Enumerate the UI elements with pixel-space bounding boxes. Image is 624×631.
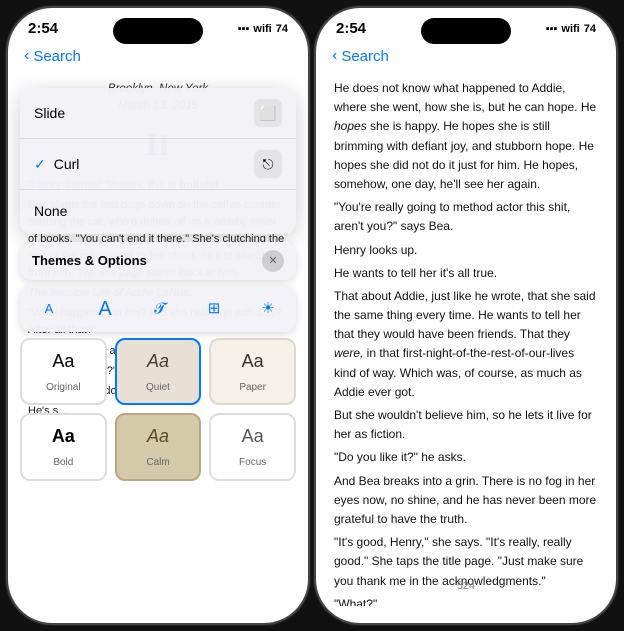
back-label-right[interactable]: Search <box>341 48 389 65</box>
popup-overlay: Slide ⬜ ✓ Curl ⎋ <box>8 88 308 492</box>
theme-grid: Aa Original Aa Quiet Aa Paper Aa Bold <box>20 338 296 481</box>
close-button[interactable]: ✕ <box>262 250 284 272</box>
app-container: 2:54 ▪▪▪ wifi 74 ‹ Search Brooklyn, New … <box>0 0 624 631</box>
read-para-3: Henry looks up. <box>334 241 598 260</box>
signal-icon: ▪▪▪ <box>238 23 250 35</box>
layout-icon: ⊞ <box>208 297 221 320</box>
reading-content: He does not know what happened to Addie,… <box>316 71 616 606</box>
brightness-button[interactable]: ☀ <box>254 295 282 323</box>
back-label-left[interactable]: Search <box>33 48 81 65</box>
none-label: None <box>34 201 67 223</box>
transition-slide-left: Slide <box>34 103 65 125</box>
wifi-icon-right: wifi <box>561 23 579 35</box>
signal-icon-right: ▪▪▪ <box>546 23 558 35</box>
themes-bar: Themes & Options ✕ <box>20 242 296 280</box>
theme-bold-aa: Aa <box>52 423 75 451</box>
theme-bold[interactable]: Aa Bold <box>20 413 107 480</box>
brightness-icon: ☀ <box>261 297 274 320</box>
right-phone: 2:54 ▪▪▪ wifi 74 ‹ Search He does not kn… <box>316 8 616 623</box>
back-chevron-left: ‹ <box>24 47 29 65</box>
theme-focus-aa: Aa <box>242 423 264 451</box>
curl-icon: ⎋ <box>262 154 273 176</box>
small-font-button[interactable]: A <box>34 294 64 324</box>
status-time-right: 2:54 <box>336 20 366 37</box>
transition-menu: Slide ⬜ ✓ Curl ⎋ <box>20 88 296 234</box>
theme-focus-label: Focus <box>239 455 266 471</box>
status-icons-left: ▪▪▪ wifi 74 <box>238 23 288 35</box>
theme-quiet[interactable]: Aa Quiet <box>115 338 202 405</box>
themes-label: Themes & Options <box>32 251 254 271</box>
read-para-10: "What?" <box>334 595 598 606</box>
curl-checkmark: ✓ <box>34 154 46 176</box>
left-phone: 2:54 ▪▪▪ wifi 74 ‹ Search Brooklyn, New … <box>8 8 308 623</box>
dynamic-island-right <box>421 18 511 44</box>
theme-original-label: Original <box>46 380 80 396</box>
read-para-8: And Bea breaks into a grin. There is no … <box>334 472 598 530</box>
large-a-label: A <box>98 294 111 325</box>
read-para-4: He wants to tell her it's all true. <box>334 264 598 283</box>
theme-calm[interactable]: Aa Calm <box>115 413 202 480</box>
theme-paper-label: Paper <box>239 380 266 396</box>
nav-bar-right[interactable]: ‹ Search <box>316 41 616 71</box>
transition-curl-left: ✓ Curl <box>34 154 79 176</box>
read-para-7: "Do you like it?" he asks. <box>334 448 598 467</box>
book-content: Brooklyn, New York March 13, 2015 II "He… <box>8 71 308 493</box>
font-controls: A A 𝓣 ⊞ ☀ <box>20 286 296 332</box>
dynamic-island-left <box>113 18 203 44</box>
theme-paper[interactable]: Aa Paper <box>209 338 296 405</box>
slide-icon-box: ⬜ <box>254 99 282 127</box>
wifi-icon: wifi <box>253 23 271 35</box>
theme-focus[interactable]: Aa Focus <box>209 413 296 480</box>
back-chevron-right: ‹ <box>332 47 337 65</box>
status-icons-right: ▪▪▪ wifi 74 <box>546 23 596 35</box>
theme-paper-aa: Aa <box>242 348 264 376</box>
nav-bar-left[interactable]: ‹ Search <box>8 41 308 71</box>
font-style-button[interactable]: 𝓣 <box>146 295 174 323</box>
page-number: 524 <box>316 578 616 596</box>
slide-icon: ⬜ <box>259 103 276 125</box>
font-style-icon: 𝓣 <box>154 297 166 320</box>
curl-icon-box: ⎋ <box>254 150 282 178</box>
theme-bold-label: Bold <box>53 455 73 471</box>
theme-original-aa: Aa <box>52 348 74 376</box>
transition-slide[interactable]: Slide ⬜ <box>20 88 296 139</box>
theme-calm-aa: Aa <box>147 423 169 451</box>
transition-curl[interactable]: ✓ Curl ⎋ <box>20 139 296 190</box>
theme-quiet-label: Quiet <box>146 380 170 396</box>
read-para-1: He does not know what happened to Addie,… <box>334 79 598 194</box>
theme-original[interactable]: Aa Original <box>20 338 107 405</box>
slide-label: Slide <box>34 103 65 125</box>
status-time-left: 2:54 <box>28 20 58 37</box>
theme-quiet-aa: Aa <box>147 348 169 376</box>
read-para-6: But she wouldn't believe him, so he lets… <box>334 406 598 444</box>
read-para-5: That about Addie, just like he wrote, th… <box>334 287 598 402</box>
battery-right: 74 <box>584 23 596 35</box>
battery-left: 74 <box>276 23 288 35</box>
large-font-button[interactable]: A <box>90 294 120 324</box>
layout-button[interactable]: ⊞ <box>200 295 228 323</box>
small-a-label: A <box>45 299 54 319</box>
read-para-2: "You're really going to method actor thi… <box>334 198 598 236</box>
curl-label: Curl <box>54 154 80 176</box>
transition-none-left: None <box>34 201 67 223</box>
transition-none[interactable]: None <box>20 190 296 234</box>
theme-calm-label: Calm <box>146 455 169 471</box>
